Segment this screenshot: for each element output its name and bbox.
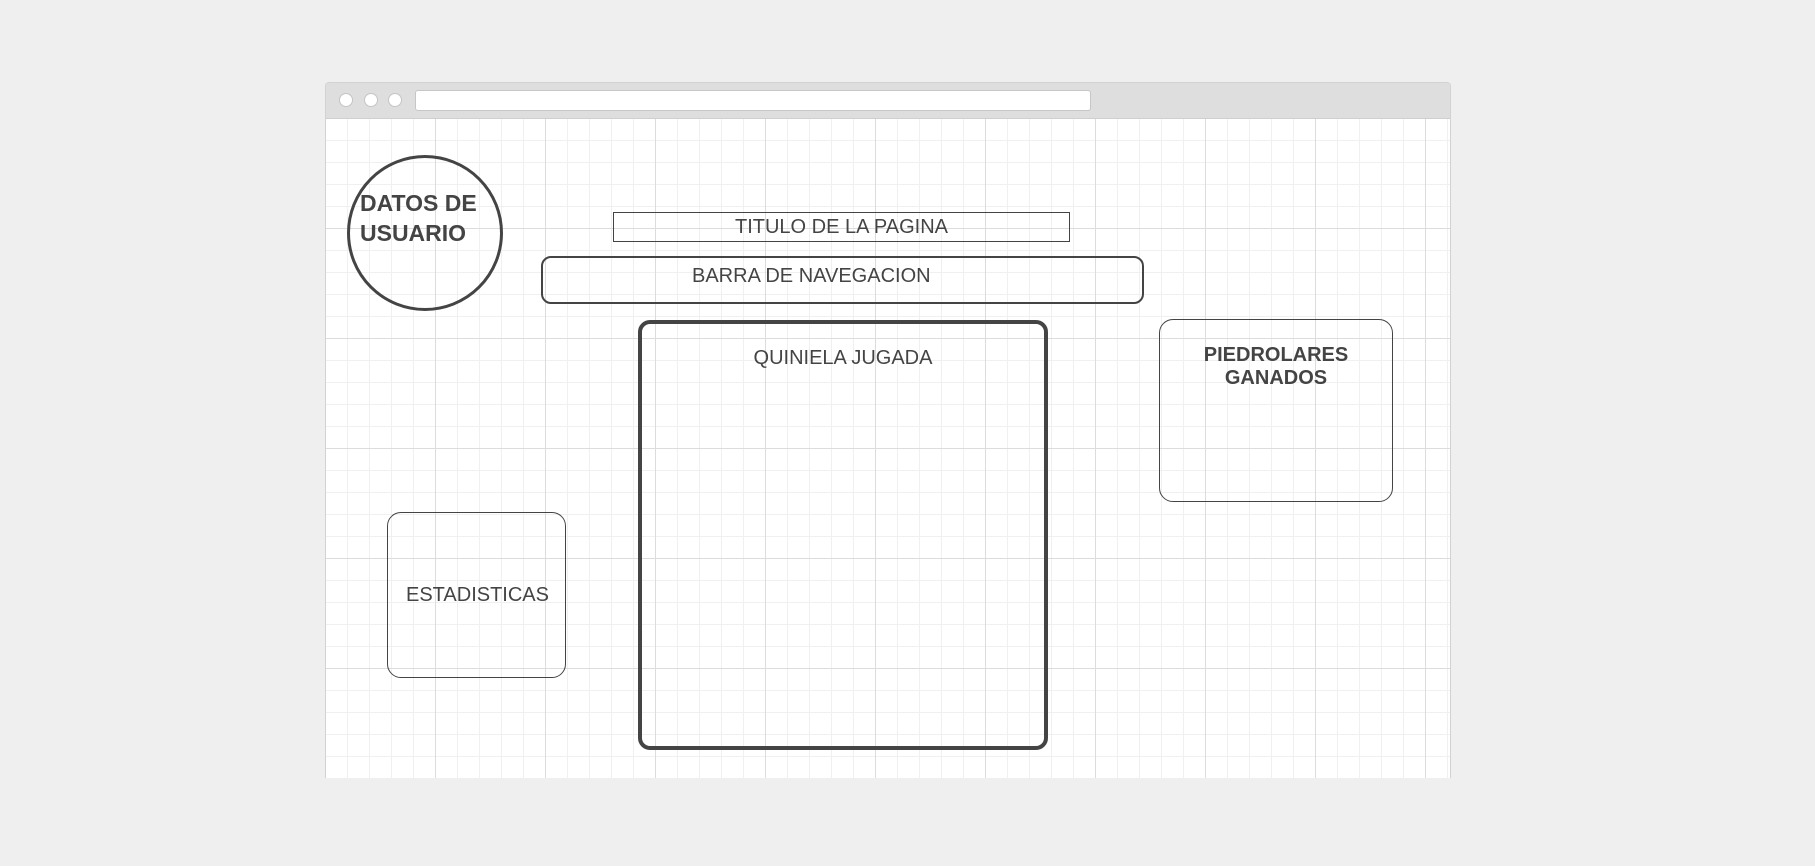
- browser-window: TITULO DE LA PAGINA BARRA DE NAVEGACION …: [325, 82, 1451, 778]
- page-background: TITULO DE LA PAGINA BARRA DE NAVEGACION …: [0, 0, 1815, 866]
- statistics-panel[interactable]: ESTADISTICAS: [387, 512, 566, 678]
- user-data-circle[interactable]: DATOS DE USUARIO: [347, 155, 503, 311]
- wireframe-canvas: TITULO DE LA PAGINA BARRA DE NAVEGACION …: [326, 119, 1450, 778]
- user-data-label: DATOS DE USUARIO: [360, 190, 477, 246]
- quiniela-played-panel: QUINIELA JUGADA: [638, 320, 1048, 750]
- window-close-button[interactable]: [339, 93, 353, 107]
- navigation-bar-label: BARRA DE NAVEGACION: [692, 265, 931, 287]
- window-minimize-button[interactable]: [364, 93, 378, 107]
- page-title-box: TITULO DE LA PAGINA: [613, 212, 1070, 242]
- browser-toolbar: [326, 83, 1450, 119]
- quiniela-played-label: QUINIELA JUGADA: [753, 347, 933, 369]
- window-maximize-button[interactable]: [388, 93, 402, 107]
- navigation-bar-box[interactable]: BARRA DE NAVEGACION: [541, 256, 1144, 304]
- piedrolares-won-label: PIEDROLARES GANADOS: [1203, 344, 1349, 389]
- piedrolares-won-panel: PIEDROLARES GANADOS: [1159, 319, 1393, 502]
- statistics-label: ESTADISTICAS: [406, 584, 549, 606]
- address-bar[interactable]: [415, 90, 1091, 111]
